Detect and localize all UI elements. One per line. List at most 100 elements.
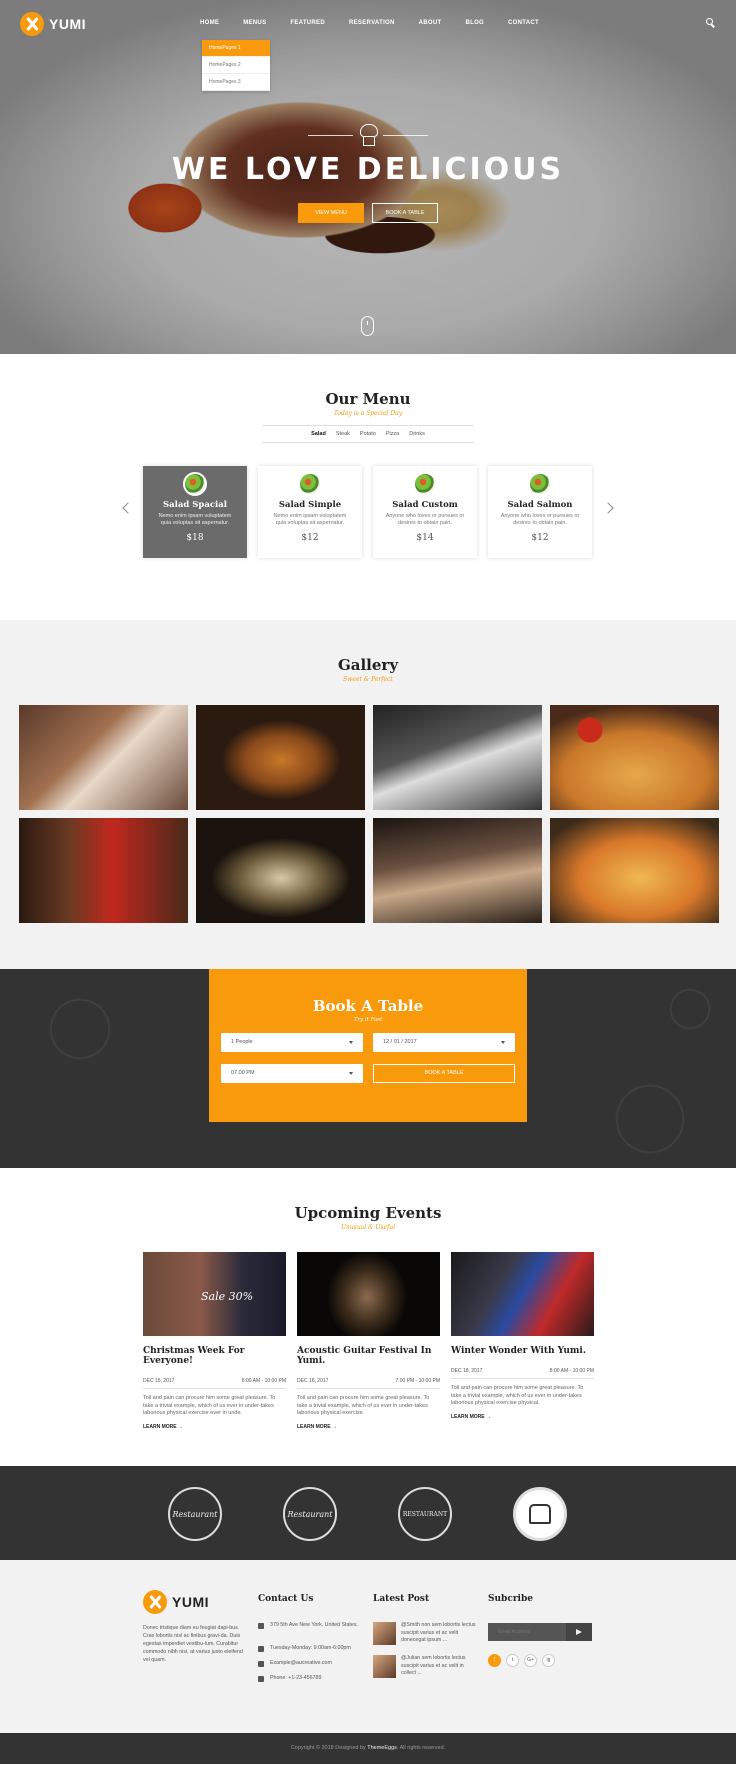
- learn-more-link[interactable]: LEARN MORE →: [143, 1424, 286, 1430]
- menu-card[interactable]: Salad Spacial Nemo enim ipsam voluptatem…: [143, 466, 247, 558]
- booking-form: Book A Table Try it Fast 1 People 12 / 0…: [209, 969, 527, 1122]
- brand-logo[interactable]: YUMI: [20, 12, 86, 36]
- prev-arrow-icon[interactable]: [122, 502, 134, 514]
- email-input[interactable]: [488, 1623, 566, 1641]
- google-plus-icon[interactable]: G+: [524, 1654, 537, 1667]
- tab-drinks[interactable]: Drinks: [409, 431, 425, 437]
- contact-address: 379 5th Ave New York, United States.: [258, 1622, 363, 1630]
- date-value: 12 / 01 / 2017: [383, 1039, 417, 1045]
- event-date: DEC 15, 2017: [143, 1378, 175, 1384]
- scroll-mouse-icon[interactable]: [361, 316, 374, 336]
- sale-overlay-text: Sale 30%: [201, 1290, 254, 1303]
- dropdown-item-homepage-1[interactable]: HomePages 1: [202, 40, 270, 57]
- subscribe-heading: Subcribe: [488, 1594, 533, 1604]
- menu-card[interactable]: Salad Salmon Anyone who loves or pursues…: [488, 466, 592, 558]
- dropdown-item-homepage-3[interactable]: HomePages 3: [202, 74, 270, 91]
- nav-reservation[interactable]: RESERVATION: [349, 20, 395, 26]
- event-image[interactable]: Sale 30%: [143, 1252, 286, 1336]
- twitter-icon[interactable]: t: [506, 1654, 519, 1667]
- contact-email[interactable]: Example@aucreative.com: [258, 1660, 363, 1668]
- event-image[interactable]: [297, 1252, 440, 1336]
- learn-more-link[interactable]: LEARN MORE →: [297, 1424, 440, 1430]
- caret-down-icon: [349, 1041, 353, 1044]
- section-title: Gallery: [337, 656, 399, 674]
- dish-price: $18: [186, 533, 204, 543]
- gallery-image[interactable]: [373, 818, 542, 923]
- gallery-image[interactable]: [550, 818, 719, 923]
- gallery-image[interactable]: [196, 818, 365, 923]
- book-table-section: Book A Table Try it Fast 1 People 12 / 0…: [0, 969, 736, 1168]
- divider-line: [308, 134, 353, 136]
- caret-down-icon: [501, 1041, 505, 1044]
- nav-contact[interactable]: CONTACT: [508, 20, 539, 26]
- event-date: DEC 18, 2017: [451, 1368, 483, 1374]
- latest-post-item[interactable]: @Smith non sem lobortis lectus suscipit …: [373, 1622, 480, 1645]
- menu-card[interactable]: Salad Simple Nemo enim ipsam voluptatem …: [258, 466, 362, 558]
- email-text: Example@aucreative.com: [270, 1660, 332, 1666]
- footer: YUMI Donec tristique diam eu feugiat dap…: [0, 1560, 736, 1733]
- instagram-icon[interactable]: ig: [542, 1654, 555, 1667]
- salad-dish-image: [183, 472, 207, 496]
- post-text: @Julian sem lobortis lectus suscipit var…: [401, 1655, 466, 1676]
- menu-cards: Salad Spacial Nemo enim ipsam voluptatem…: [143, 466, 592, 558]
- gallery-image[interactable]: [19, 818, 188, 923]
- nav-home[interactable]: HOME: [200, 20, 219, 26]
- nav-menus[interactable]: MENUS: [243, 20, 266, 26]
- gallery-image[interactable]: [19, 705, 188, 810]
- event-desc: Toil and pain can procure him some great…: [451, 1385, 584, 1406]
- booking-subtitle: Try it Fast: [353, 1017, 383, 1023]
- section-subtitle: Sweet & Perfect: [343, 676, 393, 683]
- time-select[interactable]: 07.00 PM: [221, 1064, 363, 1083]
- learn-more-link[interactable]: LEARN MORE →: [451, 1414, 594, 1420]
- gallery-image[interactable]: [550, 705, 719, 810]
- book-table-submit[interactable]: BOOK A TABLE: [373, 1064, 515, 1083]
- dish-price: $14: [416, 533, 434, 543]
- contact-phone[interactable]: Phone: +1-23-456789: [258, 1675, 363, 1683]
- nav-blog[interactable]: BLOG: [465, 20, 484, 26]
- people-select[interactable]: 1 People: [221, 1033, 363, 1052]
- footer-logo[interactable]: YUMI: [143, 1590, 209, 1614]
- event-card: Winter Wonder With Yumi. DEC 18, 2017 8:…: [451, 1252, 594, 1430]
- tab-pizza[interactable]: Pizza: [386, 431, 399, 437]
- tab-potato[interactable]: Potato: [360, 431, 376, 437]
- section-title: Upcoming Events: [294, 1204, 442, 1222]
- event-title[interactable]: Christmas Week For Everyone!: [143, 1346, 286, 1366]
- our-menu-section: Our Menu Today is a Special Day Salad St…: [0, 354, 736, 620]
- tab-salad[interactable]: Salad: [311, 431, 326, 437]
- dish-desc: Anyone who loves or pursues or desires t…: [385, 513, 465, 526]
- search-icon[interactable]: [706, 18, 716, 28]
- gallery-image[interactable]: [373, 705, 542, 810]
- gallery-image[interactable]: [196, 705, 365, 810]
- latest-post-item[interactable]: @Julian sem lobortis lectus suscipit var…: [373, 1655, 480, 1678]
- facebook-icon[interactable]: f: [488, 1654, 501, 1667]
- chef-hat-icon: [359, 124, 378, 146]
- next-arrow-icon[interactable]: [602, 502, 614, 514]
- designer-link[interactable]: ThemeEggs: [367, 1745, 397, 1751]
- restaurant-badge-logo: RESTAURANT: [398, 1487, 452, 1541]
- dish-price: $12: [531, 533, 549, 543]
- tab-steak[interactable]: Steak: [336, 431, 350, 437]
- brand-name: YUMI: [49, 16, 86, 32]
- nav-featured[interactable]: FEATURED: [290, 20, 325, 26]
- send-icon[interactable]: [566, 1623, 592, 1641]
- dish-price: $12: [301, 533, 319, 543]
- chef-badge-logo: [513, 1487, 567, 1541]
- nav-about[interactable]: ABOUT: [419, 20, 442, 26]
- event-meta: DEC 18, 2017 8:00 AM - 10:00 PM: [451, 1368, 594, 1379]
- event-title[interactable]: Winter Wonder With Yumi.: [451, 1346, 594, 1356]
- dropdown-item-homepage-2[interactable]: HomePages 2: [202, 57, 270, 74]
- book-table-button[interactable]: BOOK A TABLE: [372, 203, 438, 223]
- fork-knife-icon: [20, 12, 44, 36]
- view-menu-button[interactable]: VIEW MENU: [298, 203, 364, 223]
- events-section: Upcoming Events Unusual & Useful Sale 30…: [0, 1168, 736, 1466]
- home-icon: [258, 1623, 264, 1629]
- salad-dish-image: [298, 472, 322, 496]
- date-select[interactable]: 12 / 01 / 2017: [373, 1033, 515, 1052]
- menu-card[interactable]: Salad Custom Anyone who loves or pursues…: [373, 466, 477, 558]
- event-image[interactable]: [451, 1252, 594, 1336]
- restaurant-badge-logo: Restaurant: [283, 1487, 337, 1541]
- event-title[interactable]: Acoustic Guitar Festival In Yumi.: [297, 1346, 440, 1366]
- salad-dish-image: [413, 472, 437, 496]
- section-subtitle: Today is a Special Day: [333, 410, 403, 417]
- event-list: Sale 30% Christmas Week For Everyone! DE…: [143, 1252, 594, 1430]
